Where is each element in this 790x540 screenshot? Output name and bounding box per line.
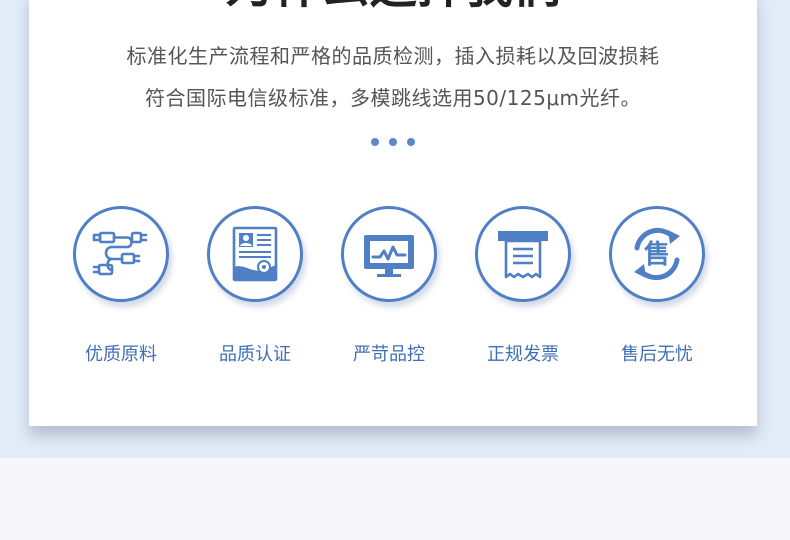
after-sales-cycle-icon: 售 (634, 227, 680, 281)
cable-connector-icon (92, 231, 148, 276)
section-heading: 为什么选择我们 (29, 0, 757, 10)
monitor-chart-icon (364, 235, 414, 277)
feature-item-quality-materials: 优质原料 (56, 206, 186, 366)
feature-list: 优质原料 品质认证 严苛品控 正规发票 售 售后无忧 (29, 206, 757, 376)
dot (389, 138, 397, 146)
dot (407, 138, 415, 146)
feature-item-strict-quality-control: 严苛品控 (324, 206, 454, 366)
description-line-2: 符合国际电信级标准，多模跳线选用50/125μm光纤。 (144, 86, 642, 110)
feature-label: 售后无忧 (621, 344, 693, 365)
feature-item-formal-invoice: 正规发票 (458, 206, 588, 366)
feature-label: 严苛品控 (353, 344, 425, 365)
feature-label: 正规发票 (487, 344, 559, 365)
dots-divider (29, 138, 757, 146)
receipt-printer-icon (498, 231, 548, 279)
feature-icon-circle (73, 206, 169, 302)
certificate-icon (232, 226, 278, 282)
feature-icon-circle (475, 206, 571, 302)
feature-label: 优质原料 (85, 344, 157, 365)
feature-icon-circle (341, 206, 437, 302)
dot (371, 138, 379, 146)
feature-item-quality-certification: 品质认证 (190, 206, 320, 366)
description-line-1: 标准化生产流程和严格的品质检测，插入损耗以及回波损耗 (126, 44, 660, 68)
after-sales-glyph: 售 (644, 239, 670, 270)
feature-item-after-sales: 售 售后无忧 (592, 206, 722, 366)
features-card: 为什么选择我们 标准化生产流程和严格的品质检测，插入损耗以及回波损耗 符合国际电… (29, 0, 757, 426)
feature-label: 品质认证 (219, 344, 291, 365)
feature-icon-circle: 售 (609, 206, 705, 302)
feature-icon-circle (207, 206, 303, 302)
